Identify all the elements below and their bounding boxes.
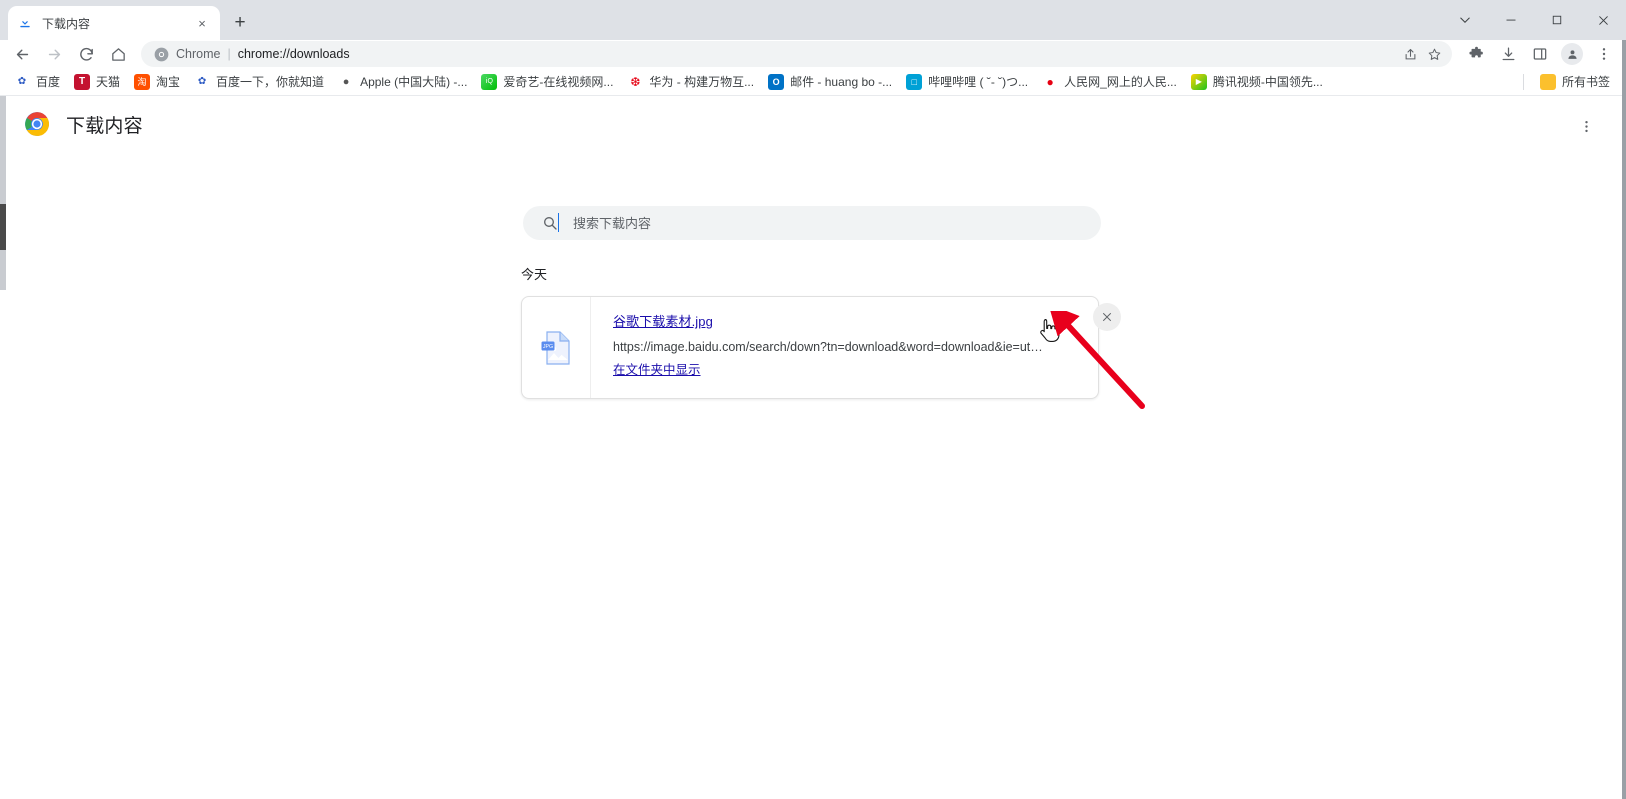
jpg-file-icon: JPG	[541, 330, 571, 365]
bookmarks-divider	[1522, 73, 1524, 90]
side-panel-icon[interactable]	[1526, 40, 1554, 68]
bookmark-label: 哔哩哔哩 ( ˘- ˘)つ...	[928, 75, 1029, 89]
bookmark-label: 人民网_网上的人民...	[1064, 75, 1177, 89]
bookmark-item[interactable]: ✿ 百度	[8, 71, 66, 93]
omnibox-separator: |	[227, 47, 231, 61]
downloads-menu-button[interactable]	[1572, 112, 1600, 140]
downloads-page: 下载内容 今天	[0, 96, 1626, 799]
browser-window: 下载内容 × + Chrome | chrome://downloads ✿ 百…	[0, 0, 1626, 799]
bookmark-label: 百度一下，你就知道	[216, 75, 325, 89]
reload-button[interactable]	[72, 40, 100, 68]
download-file-name-link[interactable]: 谷歌下载素材.jpg	[613, 311, 713, 330]
remove-download-button[interactable]	[1093, 303, 1121, 331]
download-source-url: https://image.baidu.com/search/down?tn=d…	[613, 340, 1043, 354]
bookmark-item[interactable]: T 天猫	[68, 71, 126, 93]
forward-button[interactable]	[40, 40, 68, 68]
search-icon	[541, 214, 559, 232]
download-icon	[17, 15, 33, 31]
tab-close-button[interactable]: ×	[193, 14, 211, 32]
address-bar[interactable]: Chrome | chrome://downloads	[141, 41, 1452, 67]
bookmark-label: 华为 - 构建万物互...	[649, 75, 755, 89]
scrollbar-track[interactable]	[0, 250, 6, 290]
all-bookmarks-group: 所有书签	[1522, 71, 1618, 93]
show-in-folder-link[interactable]: 在文件夹中显示	[613, 359, 701, 378]
text-caret	[558, 213, 559, 232]
scrollbar-thumb[interactable]	[0, 204, 6, 250]
search-downloads-bar[interactable]	[523, 206, 1101, 240]
share-icon[interactable]	[1398, 42, 1422, 66]
close-button[interactable]	[1580, 0, 1626, 40]
extensions-icon[interactable]	[1462, 40, 1490, 68]
tab-search-button[interactable]	[1442, 0, 1488, 40]
outlook-icon: O	[768, 73, 785, 90]
download-group-date: 今天	[521, 267, 548, 282]
toolbar-right-icons	[1460, 40, 1620, 68]
tab-strip: 下载内容 × +	[0, 0, 1626, 40]
star-icon[interactable]	[1422, 42, 1446, 66]
window-right-border	[1622, 40, 1626, 799]
bookmark-label: 淘宝	[156, 75, 181, 89]
scrollbar-track[interactable]	[0, 96, 6, 204]
people-cn-icon: ●	[1042, 73, 1059, 90]
browser-menu-icon[interactable]	[1590, 40, 1618, 68]
browser-tab[interactable]: 下载内容 ×	[8, 6, 220, 40]
search-input[interactable]	[573, 215, 1083, 231]
huawei-icon: ❆	[627, 73, 644, 90]
bookmark-item[interactable]: ● Apple (中国大陆) -...	[332, 71, 473, 93]
download-item-body: 谷歌下载素材.jpg https://image.baidu.com/searc…	[591, 297, 1098, 398]
baidu-icon: ✿	[14, 73, 30, 90]
omnibox-url: chrome://downloads	[237, 47, 350, 61]
omnibox-actions	[1398, 42, 1446, 66]
back-button[interactable]	[8, 40, 36, 68]
file-icon-column: JPG	[522, 297, 591, 398]
bookmarks-bar: ✿ 百度 T 天猫 淘 淘宝 ✿ 百度一下，你就知道 ● Apple (中国大陆…	[0, 68, 1626, 96]
bookmark-label: 百度	[36, 75, 61, 89]
chrome-icon	[153, 46, 169, 62]
home-button[interactable]	[104, 40, 132, 68]
bookmark-label: 邮件 - huang bo -...	[790, 75, 893, 89]
bookmark-label: 天猫	[96, 75, 121, 89]
bookmark-item[interactable]: ● 人民网_网上的人民...	[1036, 71, 1183, 93]
folder-icon	[1539, 73, 1556, 90]
all-bookmarks-label: 所有书签	[1561, 75, 1610, 89]
minimize-button[interactable]	[1488, 0, 1534, 40]
bookmark-label: 腾讯视频-中国领先...	[1212, 75, 1323, 89]
bookmark-item[interactable]: ▶ 腾讯视频-中国领先...	[1185, 71, 1329, 93]
taobao-icon: 淘	[134, 73, 151, 90]
downloads-icon[interactable]	[1494, 40, 1522, 68]
download-item-card[interactable]: JPG 谷歌下载素材.jpg https://image.baidu.com/s…	[521, 296, 1121, 399]
profile-avatar[interactable]	[1561, 43, 1583, 65]
tmall-icon: T	[74, 73, 91, 90]
omnibox-scheme-label: Chrome	[176, 47, 221, 61]
svg-text:JPG: JPG	[543, 344, 553, 350]
apple-icon: ●	[338, 73, 355, 90]
bookmark-item[interactable]: iQ 爱奇艺-在线视频网...	[475, 71, 619, 93]
chrome-logo-icon	[24, 111, 50, 137]
baidu-search-icon: ✿	[194, 73, 211, 90]
page-title: 下载内容	[66, 115, 143, 137]
bookmark-item[interactable]: O 邮件 - huang bo -...	[762, 71, 898, 93]
iqiyi-icon: iQ	[481, 73, 498, 90]
navigation-toolbar: Chrome | chrome://downloads	[0, 40, 1626, 68]
bookmark-item[interactable]: □ 哔哩哔哩 ( ˘- ˘)つ...	[900, 71, 1034, 93]
tab-title: 下载内容	[42, 16, 91, 31]
maximize-button[interactable]	[1534, 0, 1580, 40]
bilibili-icon: □	[906, 73, 923, 90]
bookmark-label: Apple (中国大陆) -...	[360, 75, 468, 89]
tencent-video-icon: ▶	[1190, 73, 1207, 90]
downloads-header: 下载内容	[0, 96, 1626, 152]
new-tab-button[interactable]: +	[226, 9, 254, 37]
bookmark-item[interactable]: ❆ 华为 - 构建万物互...	[621, 71, 760, 93]
all-bookmarks-button[interactable]: 所有书签	[1534, 71, 1616, 93]
window-controls	[1442, 0, 1626, 40]
bookmark-item[interactable]: 淘 淘宝	[128, 71, 186, 93]
bookmark-item[interactable]: ✿ 百度一下，你就知道	[188, 71, 330, 93]
bookmark-label: 爱奇艺-在线视频网...	[503, 75, 614, 89]
